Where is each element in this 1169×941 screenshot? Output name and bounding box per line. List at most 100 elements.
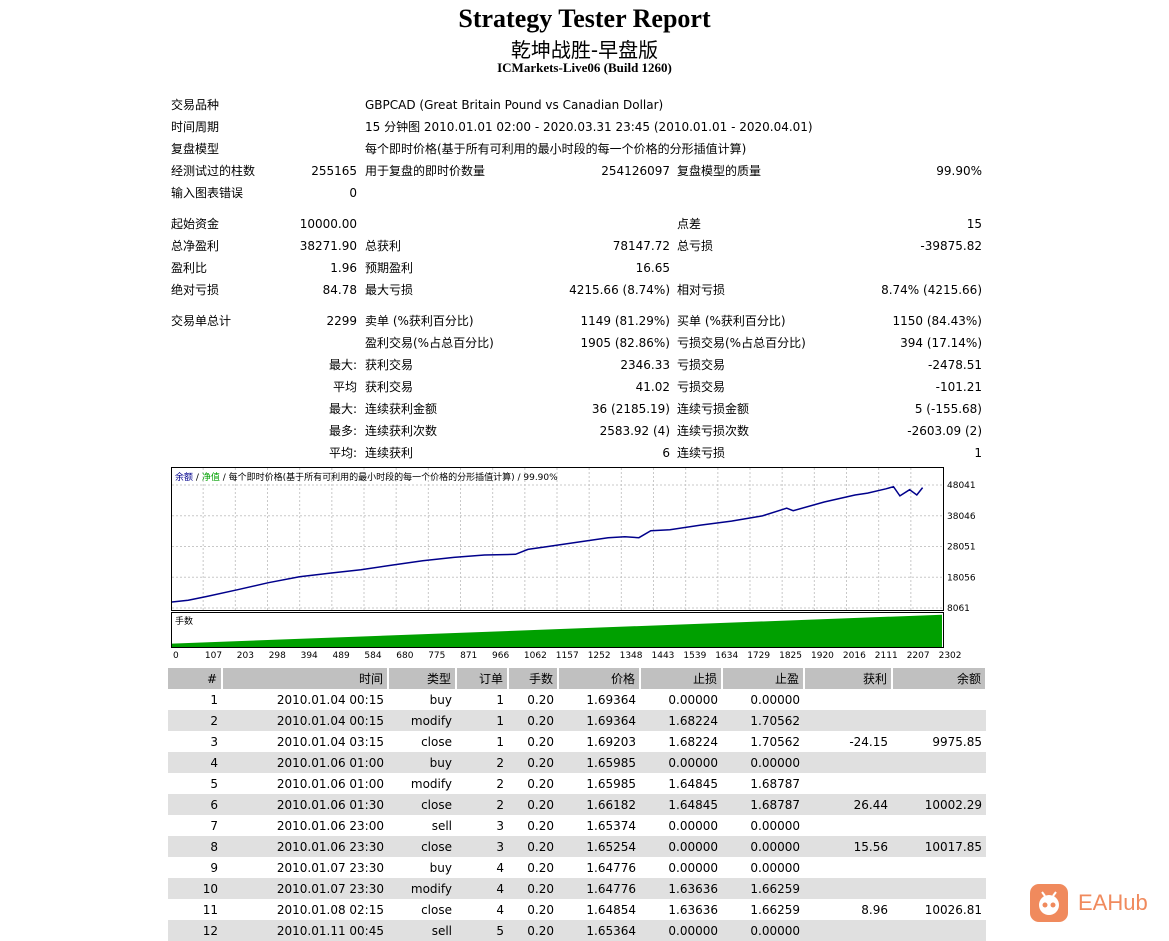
table-cell xyxy=(804,710,892,731)
x-tick-labels: 0 107 203 298 394 489 584 680 775 871 966 1062 1157 1… xyxy=(173,651,962,661)
summary-cell: -39875.82 xyxy=(920,239,982,253)
x-tick-label: 1729 xyxy=(747,651,770,661)
summary-cell: 获利交易 xyxy=(365,380,414,394)
summary-cell: 复盘模型 xyxy=(171,142,220,156)
table-cell: 0.00000 xyxy=(668,860,718,875)
table-row: 4 2010.01.06 01:00 buy 2 0.20 1.65985 0.00000 0… xyxy=(168,752,986,773)
table-cell: 1.64845 xyxy=(640,794,722,815)
table-cell: 3 xyxy=(210,734,218,749)
column-header: 时间 xyxy=(222,668,389,689)
summary-cell: 连续获利次数 xyxy=(365,424,438,438)
summary-cell: 最大: xyxy=(328,358,357,372)
summary-cell: 1.96 xyxy=(330,261,357,275)
x-tick-label: 1920 xyxy=(811,651,834,661)
y-tick-label: 28051 xyxy=(947,543,976,553)
x-tick-label: 394 xyxy=(301,651,318,661)
summary-cell: 卖单 (%获利百分比) xyxy=(365,314,474,328)
table-row: 5 2010.01.06 01:00 modify 2 0.20 1.65985 1.648… xyxy=(168,773,986,794)
summary-cell: 2346.33 xyxy=(620,358,670,372)
table-cell xyxy=(892,689,986,710)
balance-chart: 8061 18056 28051 38046 48041 0 107 203 298 394 48… xyxy=(171,467,976,661)
table-cell: 7 xyxy=(210,818,218,833)
summary-cell: 最大: xyxy=(328,402,357,416)
table-cell: 1.68787 xyxy=(722,794,804,815)
table-cell: 2010.01.04 03:15 xyxy=(276,734,384,749)
summary-cell: 99.90% xyxy=(936,164,982,178)
table-cell xyxy=(892,710,986,731)
x-tick-label: 2111 xyxy=(875,651,898,661)
table-row: 10 2010.01.07 23:30 modify 4 0.20 1.64776 1.63… xyxy=(168,878,986,899)
summary-cell: 36 (2185.19) xyxy=(591,402,670,416)
table-cell: 2010.01.06 23:00 xyxy=(276,818,384,833)
trades-table: # 时间 类型 订单 手数 价格 止损 止盈 获利 余额 1 2010.01.04 00:15 buy… xyxy=(168,668,987,941)
table-cell: modify xyxy=(388,878,456,899)
table-cell: sell xyxy=(431,818,452,833)
summary-cell: 点差 xyxy=(677,217,702,231)
table-cell: 4 xyxy=(496,860,504,875)
table-cell: 2 xyxy=(456,794,508,815)
summary-cell: 绝对亏损 xyxy=(171,283,220,297)
summary-cell: 2583.92 (4) xyxy=(599,424,670,438)
legend-balance: 余额 xyxy=(175,471,193,483)
table-cell: 10 xyxy=(168,878,222,899)
x-tick-label: 680 xyxy=(396,651,413,661)
summary-cell: 38271.90 xyxy=(299,239,357,253)
table-cell: 0.00000 xyxy=(722,836,804,857)
table-row: 7 2010.01.06 23:00 sell 3 0.20 1.65374 0.00000… xyxy=(168,815,986,836)
table-row: 12 2010.01.11 00:45 sell 5 0.20 1.65364 0.0000… xyxy=(168,920,986,941)
summary-cell: 1149 (81.29%) xyxy=(580,314,670,328)
table-cell: 0.00000 xyxy=(668,818,718,833)
column-header: 价格 xyxy=(558,668,641,689)
lots-label: 手数 xyxy=(175,615,193,627)
table-cell: 2010.01.04 00:15 xyxy=(276,692,384,707)
table-row: 6 2010.01.06 01:30 close 2 0.20 1.66182 1.6484… xyxy=(168,794,986,815)
summary-cell: 亏损交易(%占总百分比) xyxy=(677,336,806,350)
table-cell: 1.70562 xyxy=(722,710,804,731)
table-row: 3 2010.01.04 03:15 close 1 0.20 1.69203 1.6822… xyxy=(168,731,986,752)
table-cell: sell xyxy=(388,920,456,941)
table-cell: 5 xyxy=(456,920,508,941)
table-cell: 1.65254 xyxy=(558,836,640,857)
table-cell: 4 xyxy=(496,902,504,917)
x-tick-label: 1252 xyxy=(588,651,611,661)
table-cell: 2 xyxy=(456,752,508,773)
summary-cell: 连续亏损金额 xyxy=(677,402,750,416)
summary-cell: 用于复盘的即时价数量 xyxy=(365,164,486,178)
table-cell: 1 xyxy=(496,692,504,707)
summary-cell: 6 xyxy=(662,446,670,460)
table-cell xyxy=(892,920,986,941)
y-tick-label: 8061 xyxy=(947,604,970,614)
x-tick-label: 966 xyxy=(492,651,509,661)
robot-icon xyxy=(1030,884,1068,922)
summary-cell: -2478.51 xyxy=(928,358,982,372)
table-cell: 1.66259 xyxy=(750,902,800,917)
table-cell: 0.20 xyxy=(508,836,558,857)
table-cell: 5 xyxy=(210,776,218,791)
summary-cell: 254126097 xyxy=(601,164,670,178)
table-cell: 1 xyxy=(496,734,504,749)
column-header: 止损 xyxy=(640,668,723,689)
summary-cell: 亏损交易 xyxy=(677,380,726,394)
table-cell: 10026.81 xyxy=(924,902,982,917)
table-cell: 0.00000 xyxy=(640,752,722,773)
table-cell: 9975.85 xyxy=(932,734,982,749)
summary-cell: -101.21 xyxy=(935,380,982,394)
x-tick-label: 1634 xyxy=(715,651,738,661)
table-cell: 4 xyxy=(456,878,508,899)
table-cell xyxy=(892,773,986,794)
table-cell xyxy=(804,857,892,878)
table-cell: 8.96 xyxy=(861,902,888,917)
table-cell: 1.64845 xyxy=(668,776,718,791)
table-row: 1 2010.01.04 00:15 buy 1 0.20 1.69364 0.00000 0… xyxy=(168,689,986,710)
table-cell: 2010.01.06 01:30 xyxy=(222,794,388,815)
table-cell: 1.65374 xyxy=(586,818,636,833)
x-tick-label: 775 xyxy=(428,651,445,661)
summary-cell: 41.02 xyxy=(635,380,670,394)
table-cell: 1.63636 xyxy=(640,878,722,899)
table-cell xyxy=(804,773,892,794)
y-tick-label: 38046 xyxy=(947,512,976,522)
summary-cell: 买单 (%获利百分比) xyxy=(677,314,786,328)
column-header: 止盈 xyxy=(722,668,805,689)
column-header: 手数 xyxy=(508,668,559,689)
summary-cell: 总获利 xyxy=(365,239,402,253)
